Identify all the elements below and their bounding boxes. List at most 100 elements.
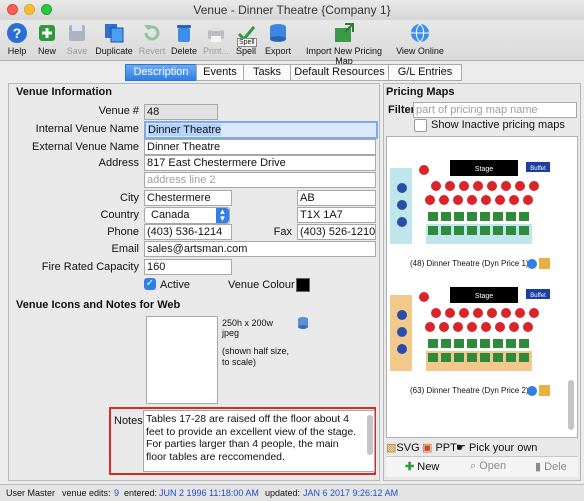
status-updated-label: updated: <box>265 488 301 498</box>
spell-label: Spell <box>235 46 256 56</box>
map-floor-table <box>441 353 451 362</box>
fax-field[interactable]: (403) 526-1210 <box>297 224 376 240</box>
delete-button[interactable]: Delete <box>170 22 198 56</box>
svg-label: SVG <box>396 442 420 454</box>
trash-icon <box>177 25 191 42</box>
pricing-maps-heading: Pricing Maps <box>386 86 455 98</box>
pricing-map-thumbnail-2[interactable]: Stage Buffet <box>390 285 558 373</box>
map-table-seat <box>473 308 483 318</box>
revert-button[interactable]: Revert <box>136 22 168 56</box>
svg-option[interactable]: ▧SVG <box>386 441 420 454</box>
pick-your-own-option[interactable]: ☛ Pick your own <box>456 441 537 454</box>
spell-badge: Spell <box>237 38 257 47</box>
view-online-button[interactable]: View Online <box>396 22 444 56</box>
province-field[interactable]: AB <box>297 190 376 206</box>
new-button[interactable]: New <box>34 22 60 56</box>
external-name-field[interactable]: Dinner Theatre <box>144 139 376 155</box>
email-field[interactable]: sales@artsman.com <box>144 241 376 257</box>
map-table-seat <box>509 195 519 205</box>
tab-tasks[interactable]: Tasks <box>243 64 291 81</box>
map-side-table <box>397 200 407 210</box>
city-field[interactable]: Chestermere <box>144 190 232 206</box>
import-pricing-map-button[interactable]: Import New Pricing Map <box>296 22 392 66</box>
map-table-seat <box>439 322 449 332</box>
internal-name-field[interactable]: Dinner Theatre <box>144 121 378 139</box>
map-action-icon-1[interactable] <box>527 256 551 270</box>
help-label: Help <box>7 46 27 56</box>
duplicate-button[interactable]: Duplicate <box>94 22 134 56</box>
map-floor-table <box>519 339 529 348</box>
svg-text:?: ? <box>13 25 22 41</box>
map-table-seat <box>453 322 463 332</box>
map-table-seat <box>459 308 469 318</box>
tab-default-resources[interactable]: Default Resources <box>290 64 389 81</box>
import-map-icon <box>335 23 354 42</box>
filter-label: Filter <box>388 104 415 116</box>
map-floor-table <box>480 339 490 348</box>
map-table-seat <box>445 181 455 191</box>
status-edits-value: 9 <box>114 488 120 498</box>
map-table-seat <box>501 181 511 191</box>
delete-map-button[interactable]: ▮ Dele <box>535 460 567 473</box>
pricing-map-thumbnail-1[interactable]: Stage Buffet <box>390 158 558 246</box>
venue-image-well[interactable] <box>146 316 218 404</box>
venue-info-heading: Venue Information <box>16 86 112 98</box>
fire-capacity-field[interactable]: 160 <box>144 259 232 275</box>
map-floor-table <box>519 353 529 362</box>
fax-label: Fax <box>273 226 292 238</box>
active-label: Active <box>160 279 190 291</box>
postal-code-field[interactable]: T1X 1A7 <box>297 207 376 223</box>
ppt-option[interactable]: ▣ PPT <box>422 441 457 454</box>
revert-icon <box>144 25 160 41</box>
address-line2-field[interactable]: address line 2 <box>144 172 376 188</box>
map-floor-table <box>441 339 451 348</box>
spell-button[interactable]: Spell Spell <box>234 22 258 56</box>
map-stage-label: Stage <box>475 166 493 173</box>
printer-icon <box>208 25 224 42</box>
map-stage-label: Stage <box>475 293 493 300</box>
address-line1-field[interactable]: 817 East Chestermere Drive <box>144 155 376 171</box>
window-title: Venue - Dinner Theatre {Company 1} <box>193 3 391 17</box>
map-floor-table <box>428 226 438 235</box>
map-action-icon-2[interactable] <box>527 383 551 397</box>
svg-icon: ▧ <box>386 442 397 454</box>
map-floor-table <box>480 212 490 221</box>
map-table-seat <box>529 308 539 318</box>
tab-gl-entries[interactable]: G/L Entries <box>388 64 462 81</box>
map-table-seat <box>495 322 505 332</box>
venue-number-label: Venue # <box>98 105 139 117</box>
map-buffet-label: Buffet <box>530 293 546 299</box>
tab-events[interactable]: Events <box>196 64 244 81</box>
active-checkbox[interactable]: ✓ <box>144 278 156 290</box>
delete-map-label: Dele <box>544 461 567 473</box>
database-icon[interactable] <box>296 316 310 330</box>
save-button[interactable]: Save <box>64 22 90 56</box>
map-buffet-label: Buffet <box>530 166 546 172</box>
save-icon <box>69 25 85 41</box>
trash-icon: ▮ <box>535 461 542 473</box>
country-select[interactable]: Canada ▲ ▼ <box>144 207 230 224</box>
map-floor-table <box>480 353 490 362</box>
pricing-filter-field[interactable]: part of pricing map name <box>413 102 577 118</box>
print-button[interactable]: Print... <box>200 22 232 56</box>
help-icon: ? <box>7 23 27 43</box>
map-floor-table <box>506 339 516 348</box>
open-map-button[interactable]: ⌕ Open <box>470 460 506 473</box>
tab-description[interactable]: Description <box>125 64 197 81</box>
ppt-icon: ▣ <box>422 442 433 454</box>
phone-field[interactable]: (403) 536-1214 <box>144 224 232 240</box>
email-label: Email <box>111 243 139 255</box>
export-button[interactable]: Export <box>262 22 294 56</box>
new-map-button[interactable]: ✚ New <box>405 460 439 473</box>
status-entered-label: entered: <box>124 488 158 498</box>
notes-text: Tables 17-28 are raised off the floor ab… <box>146 413 357 463</box>
venue-colour-swatch[interactable] <box>296 278 310 292</box>
map-table-seat <box>523 322 533 332</box>
maps-list-scrollbar[interactable] <box>568 380 574 430</box>
help-button[interactable]: ? Help <box>4 22 30 56</box>
notes-textarea[interactable]: Tables 17-28 are raised off the floor ab… <box>143 410 375 472</box>
notes-scrollbar[interactable] <box>367 415 373 455</box>
save-label: Save <box>66 46 88 56</box>
view-online-label: View Online <box>396 46 444 56</box>
show-inactive-checkbox[interactable] <box>414 119 427 132</box>
